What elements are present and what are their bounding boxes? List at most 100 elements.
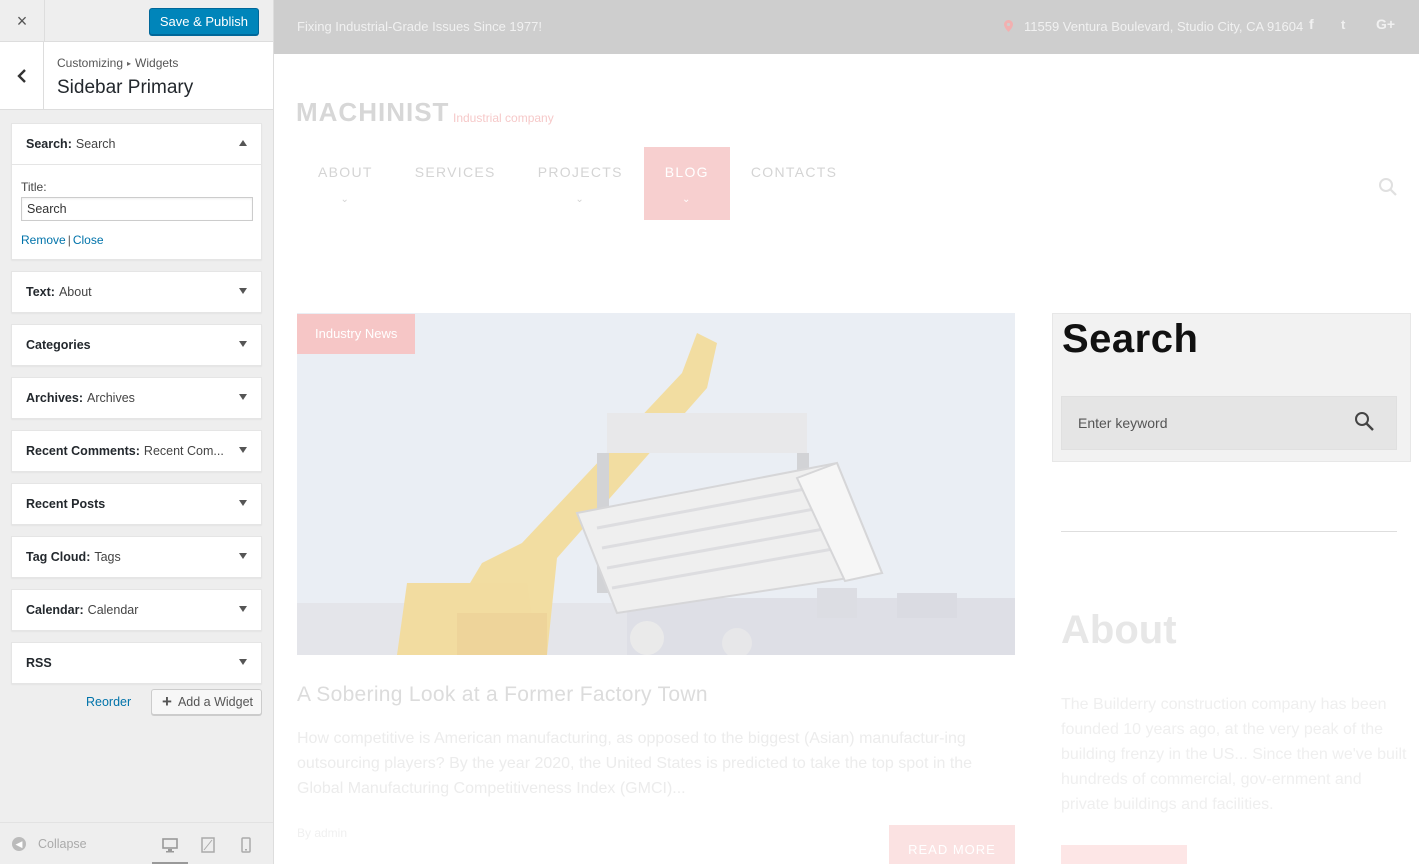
site-tagline: Fixing Industrial-Grade Issues Since 197… [297,19,542,34]
nav-label: PROJECTS [537,164,623,180]
post-title[interactable]: A Sobering Look at a Former Factory Town [297,683,708,707]
widget-type: Calendar [26,603,80,617]
expand-arrow-icon[interactable] [239,606,247,612]
breadcrumb-separator-icon: ▸ [127,59,132,68]
widget-header[interactable]: Categories [12,325,261,365]
collapse-button[interactable]: ◀ Collapse [12,837,87,851]
nav-label: CONTACTS [750,164,838,180]
expand-arrow-icon[interactable] [239,341,247,347]
nav-item-services[interactable]: SERVICES [394,147,517,220]
widget-header[interactable]: RSS [12,643,261,683]
close-link[interactable]: Close [73,233,104,247]
mobile-icon [241,837,251,853]
widget-header[interactable]: Tag Cloud: Tags [12,537,261,577]
widget-recent-posts: Recent Posts [11,483,262,525]
breadcrumb-widgets: Widgets [135,56,179,70]
widget-header[interactable]: Calendar: Calendar [12,590,261,630]
read-more-button[interactable]: READ MORE [889,825,1015,864]
save-publish-button[interactable]: Save & Publish [148,8,259,35]
widget-title: Recent Com... [143,444,224,458]
title-label: Title: [21,180,47,194]
widget-header[interactable]: Recent Comments: Recent Com... [12,431,261,471]
post-featured-image[interactable] [297,313,1015,655]
post-excerpt: How competitive is American manufacturin… [297,730,973,797]
expand-arrow-icon[interactable] [239,288,247,294]
device-switcher [151,833,265,864]
widget-form: Title: Remove|Close [12,164,261,259]
mobile-preview-button[interactable] [227,833,265,864]
breadcrumb: Customizing ▸ Widgets [57,56,178,70]
search-icon[interactable] [1378,177,1398,197]
widget-header[interactable]: Archives: Archives [12,378,261,418]
widget-title: Archives [86,391,135,405]
nav-item-about[interactable]: ABOUT ⌄ [297,147,394,220]
chevron-left-icon [16,68,26,83]
desktop-icon [162,838,178,853]
site-logo[interactable]: MACHINIST [296,97,449,128]
widget-header[interactable]: Search: Search [12,124,261,164]
location-pin-icon [1004,20,1013,32]
site-logo-subtitle: Industrial company [453,111,554,125]
customizer-footer: ◀ Collapse [0,822,273,864]
widget-archives: Archives: Archives [11,377,262,419]
nav-item-contacts[interactable]: CONTACTS [730,147,858,220]
widget-search: Search: Search Title: Remove|Close [11,123,262,260]
plus-icon: + [162,692,172,711]
widget-calendar: Calendar: Calendar [11,589,262,631]
twitter-icon[interactable]: t [1341,17,1345,32]
widget-header[interactable]: Text: About [12,272,261,312]
expand-arrow-icon[interactable] [239,659,247,665]
collapse-arrow-icon[interactable] [239,140,247,146]
widget-type: RSS [26,656,52,670]
site-address: 11559 Ventura Boulevard, Studio City, CA… [1024,19,1304,34]
widget-recent-comments: Recent Comments: Recent Com... [11,430,262,472]
widget-header[interactable]: Recent Posts [12,484,261,524]
about-widget-text: The Builderry construction company has b… [1061,696,1407,813]
widget-type: Recent Comments [26,444,136,458]
expand-arrow-icon[interactable] [239,500,247,506]
section-header: Customizing ▸ Widgets Sidebar Primary [0,42,273,110]
close-icon[interactable]: × [0,0,45,42]
widget-rss: RSS [11,642,262,684]
add-widget-label: Add a Widget [177,695,253,709]
google-plus-icon[interactable]: G+ [1376,16,1395,32]
expand-arrow-icon[interactable] [239,447,247,453]
widget-categories: Categories [11,324,262,366]
widget-list: Search: Search Title: Remove|Close Text:… [11,123,262,695]
tablet-icon [201,837,215,853]
category-badge[interactable]: Industry News [297,314,416,354]
customizer-sidebar: × Save & Publish Customizing ▸ Widgets Sid… [0,0,274,864]
expand-arrow-icon[interactable] [239,553,247,559]
title-field[interactable] [21,197,253,221]
nav-item-projects[interactable]: PROJECTS ⌄ [517,147,644,220]
widget-type: Text [26,285,51,299]
nav-label: BLOG [664,164,709,180]
chevron-down-icon: ⌄ [575,194,586,205]
crane-illustration [297,313,1015,655]
site-preview: Fixing Industrial-Grade Issues Since 197… [274,0,1419,864]
add-widget-button[interactable]: + Add a Widget [151,689,262,715]
facebook-icon[interactable]: f [1309,16,1314,32]
collapse-arrow-icon: ◀ [12,837,26,851]
top-bar: Fixing Industrial-Grade Issues Since 197… [274,0,1419,54]
widget-title: About [58,285,92,299]
collapse-label: Collapse [38,837,87,851]
main-navigation: ABOUT ⌄ SERVICES PROJECTS ⌄ BLOG ⌄ CONTA… [297,147,858,220]
nav-label: ABOUT [318,164,373,180]
widget-type: Search [26,137,68,151]
nav-item-blog[interactable]: BLOG ⌄ [643,147,730,220]
expand-arrow-icon[interactable] [239,394,247,400]
reorder-link[interactable]: Reorder [86,695,131,709]
tablet-preview-button[interactable] [189,833,227,864]
nav-label: SERVICES [414,164,496,180]
remove-link[interactable]: Remove [21,233,66,247]
chevron-down-icon: ⌄ [681,194,692,205]
back-button[interactable] [0,42,44,109]
customizer-header: × Save & Publish [0,0,273,42]
about-widget-button[interactable] [1061,845,1187,864]
search-input[interactable]: Enter keyword [1061,396,1397,450]
search-icon[interactable] [1354,411,1376,433]
widget-type: Tag Cloud [26,550,87,564]
desktop-preview-button[interactable] [151,833,189,864]
widget-title: Search [75,137,116,151]
